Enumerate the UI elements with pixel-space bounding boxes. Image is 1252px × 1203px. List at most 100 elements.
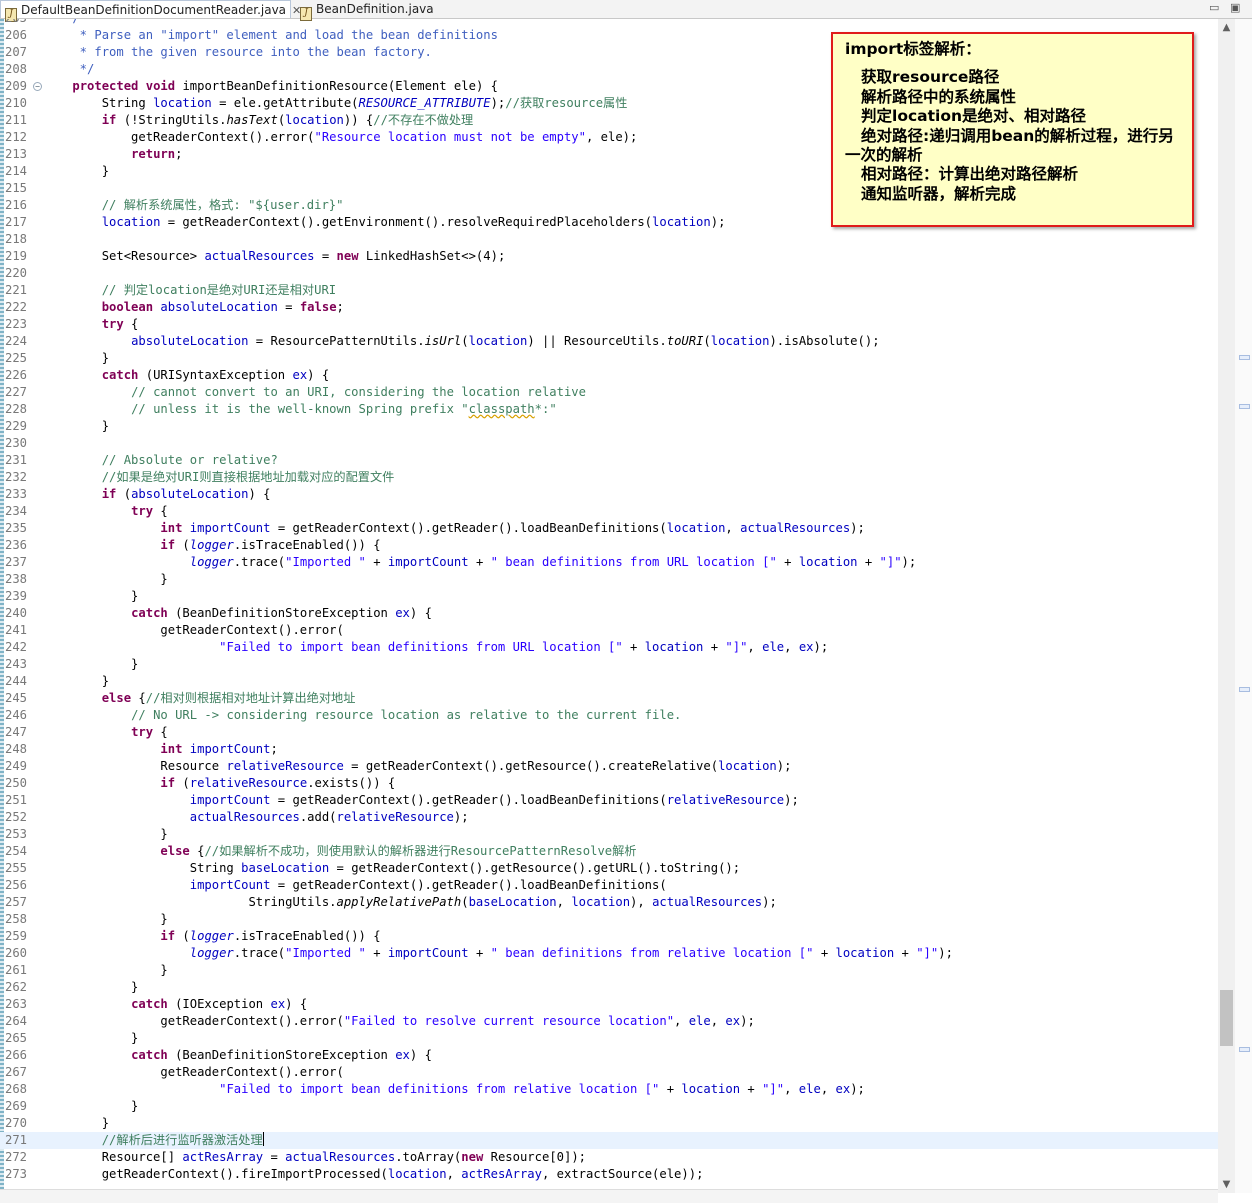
line-number: 234 xyxy=(5,504,28,518)
code-line[interactable]: 231 // Absolute or relative? xyxy=(0,452,1218,469)
code-token: location xyxy=(285,113,344,127)
scroll-up-icon[interactable]: ▲ xyxy=(1218,19,1235,36)
line-number: 239 xyxy=(5,589,28,603)
code-line[interactable]: 239 } xyxy=(0,588,1218,605)
fold-toggle-icon[interactable]: − xyxy=(33,82,42,91)
code-line[interactable]: 230 xyxy=(0,435,1218,452)
code-line[interactable]: 261 } xyxy=(0,962,1218,979)
code-token: catch xyxy=(131,606,168,620)
code-line[interactable]: 220 xyxy=(0,265,1218,282)
code-line[interactable]: 255 String baseLocation = getReaderConte… xyxy=(0,860,1218,877)
code-line[interactable]: 262 } xyxy=(0,979,1218,996)
code-text: catch (URISyntaxException ex) { xyxy=(43,367,329,384)
code-line[interactable]: 225 } xyxy=(0,350,1218,367)
code-line[interactable]: 253 } xyxy=(0,826,1218,843)
code-line[interactable]: 245 else {//相对则根据相对地址计算出绝对地址 xyxy=(0,690,1218,707)
code-line[interactable]: 224 absoluteLocation = ResourcePatternUt… xyxy=(0,333,1218,350)
code-line[interactable]: 205 /** xyxy=(0,19,1218,27)
line-number: 240 xyxy=(5,606,28,620)
tab-defaultbeandefinitiondocumentreader[interactable]: J DefaultBeanDefinitionDocumentReader.jav… xyxy=(0,0,301,22)
line-number: 263 xyxy=(5,997,28,1011)
code-line[interactable]: 250 if (relativeResource.exists()) { xyxy=(0,775,1218,792)
line-number: 232 xyxy=(5,470,28,484)
code-token: ); xyxy=(901,555,917,569)
code-line[interactable]: 223 try { xyxy=(0,316,1218,333)
code-line[interactable]: 266 catch (BeanDefinitionStoreException … xyxy=(0,1047,1218,1064)
code-line[interactable]: 228 // unless it is the well-known Sprin… xyxy=(0,401,1218,418)
code-line[interactable]: 271 //解析后进行监听器激活处理 xyxy=(0,1132,1218,1149)
code-line[interactable]: 267 getReaderContext().error( xyxy=(0,1064,1218,1081)
code-line[interactable]: 251 importCount = getReaderContext().get… xyxy=(0,792,1218,809)
overview-mark[interactable] xyxy=(1239,404,1250,409)
code-line[interactable]: 273 getReaderContext().fireImportProcess… xyxy=(0,1166,1218,1183)
overview-ruler[interactable] xyxy=(1235,19,1252,1193)
tab-label: DefaultBeanDefinitionDocumentReader.java xyxy=(21,3,287,17)
minimize-icon[interactable]: ▭ xyxy=(1209,0,1219,18)
code-token: absoluteLocation xyxy=(160,300,278,314)
code-line[interactable]: 265 } xyxy=(0,1030,1218,1047)
code-token: location xyxy=(571,895,631,909)
code-line[interactable]: 219 Set<Resource> actualResources = new … xyxy=(0,248,1218,265)
code-line[interactable]: 270 } xyxy=(0,1115,1218,1132)
code-token: { xyxy=(123,317,139,331)
code-line[interactable]: 233 if (absoluteLocation) { xyxy=(0,486,1218,503)
code-line[interactable]: 248 int importCount; xyxy=(0,741,1218,758)
code-text: if (logger.isTraceEnabled()) { xyxy=(43,928,380,945)
code-line[interactable]: 229 } xyxy=(0,418,1218,435)
code-line[interactable]: 247 try { xyxy=(0,724,1218,741)
code-line[interactable]: 218 xyxy=(0,231,1218,248)
code-line[interactable]: 244 } xyxy=(0,673,1218,690)
code-line[interactable]: 222 boolean absoluteLocation = false; xyxy=(0,299,1218,316)
code-token: + xyxy=(776,555,799,569)
vertical-scrollbar[interactable]: ▲ ▼ xyxy=(1218,19,1235,1193)
horizontal-scrollbar[interactable] xyxy=(0,1189,1218,1203)
code-line[interactable]: 264 getReaderContext().error("Failed to … xyxy=(0,1013,1218,1030)
code-text: } xyxy=(43,826,167,843)
code-line[interactable]: 252 actualResources.add(relativeResource… xyxy=(0,809,1218,826)
line-number: 267 xyxy=(5,1065,28,1079)
code-line[interactable]: 221 // 判定location是绝对URI还是相对URI xyxy=(0,282,1218,299)
code-line[interactable]: 237 logger.trace("Imported " + importCou… xyxy=(0,554,1218,571)
code-line[interactable]: 227 // cannot convert to an URI, conside… xyxy=(0,384,1218,401)
code-line[interactable]: 226 catch (URISyntaxException ex) { xyxy=(0,367,1218,384)
code-line[interactable]: 256 importCount = getReaderContext().get… xyxy=(0,877,1218,894)
line-number: 216 xyxy=(5,198,28,212)
code-line[interactable]: 260 logger.trace("Imported " + importCou… xyxy=(0,945,1218,962)
code-text: StringUtils.applyRelativePath(baseLocati… xyxy=(43,894,776,911)
code-token: classpath xyxy=(468,402,535,416)
code-line[interactable]: 236 if (logger.isTraceEnabled()) { xyxy=(0,537,1218,554)
code-line[interactable]: 254 else {//如果解析不成功，则使用默认的解析器进行ResourceP… xyxy=(0,843,1218,860)
code-line[interactable]: 259 if (logger.isTraceEnabled()) { xyxy=(0,928,1218,945)
scrollbar-thumb[interactable] xyxy=(1220,990,1233,1046)
code-line[interactable]: 235 int importCount = getReaderContext()… xyxy=(0,520,1218,537)
overview-mark[interactable] xyxy=(1239,355,1250,360)
scroll-down-icon[interactable]: ▼ xyxy=(1218,1176,1235,1193)
code-line[interactable]: 246 // No URL -> considering resource lo… xyxy=(0,707,1218,724)
code-text: Set<Resource> actualResources = new Link… xyxy=(43,248,506,265)
code-line[interactable]: 258 } xyxy=(0,911,1218,928)
code-line[interactable]: 240 catch (BeanDefinitionStoreException … xyxy=(0,605,1218,622)
overview-mark[interactable] xyxy=(1239,687,1250,692)
code-line[interactable]: 269 } xyxy=(0,1098,1218,1115)
code-line[interactable]: 232 //如果是绝对URI则直接根据地址加载对应的配置文件 xyxy=(0,469,1218,486)
code-line[interactable]: 268 "Failed to import bean definitions f… xyxy=(0,1081,1218,1098)
tab-beandefinition[interactable]: J BeanDefinition.java xyxy=(296,0,440,21)
code-line[interactable]: 238 } xyxy=(0,571,1218,588)
maximize-icon[interactable]: ▣ xyxy=(1230,0,1240,18)
code-line[interactable]: 272 Resource[] actResArray = actualResou… xyxy=(0,1149,1218,1166)
code-text: importCount = getReaderContext().getRead… xyxy=(43,792,799,809)
code-line[interactable]: 234 try { xyxy=(0,503,1218,520)
code-line[interactable]: 242 "Failed to import bean definitions f… xyxy=(0,639,1218,656)
code-line[interactable]: 243 } xyxy=(0,656,1218,673)
code-line[interactable]: 257 StringUtils.applyRelativePath(baseLo… xyxy=(0,894,1218,911)
code-text: //解析后进行监听器激活处理 xyxy=(43,1132,264,1149)
overview-mark[interactable] xyxy=(1239,1047,1250,1052)
code-line[interactable]: 241 getReaderContext().error( xyxy=(0,622,1218,639)
code-token: catch xyxy=(131,1048,168,1062)
code-line[interactable]: 249 Resource relativeResource = getReade… xyxy=(0,758,1218,775)
code-line[interactable]: 263 catch (IOException ex) { xyxy=(0,996,1218,1013)
